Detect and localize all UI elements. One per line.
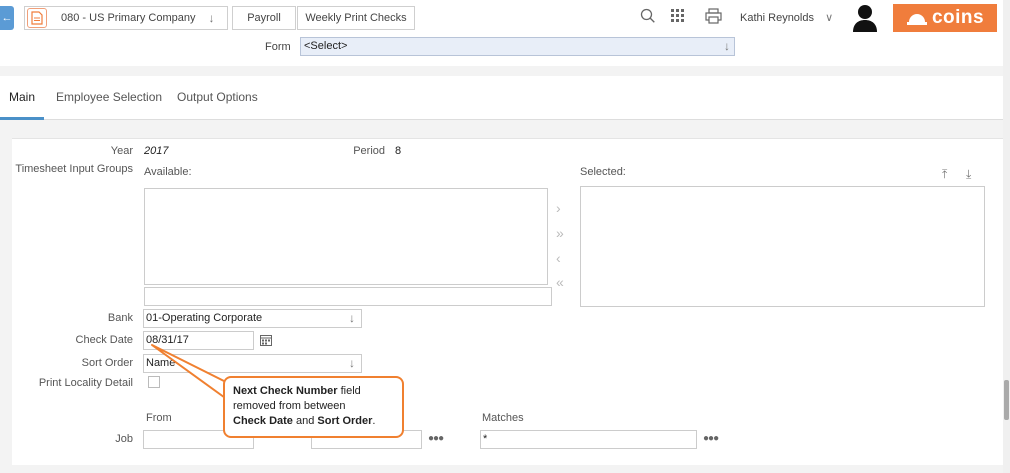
callout-bold-check-date: Check Date xyxy=(233,415,293,427)
callout-line-3: Check Date and Sort Order. xyxy=(233,414,394,429)
callout-field-word: field xyxy=(337,385,361,397)
callout-and: and xyxy=(292,415,318,427)
scrollbar-thumb[interactable] xyxy=(1004,380,1009,420)
callout-bold-sort-order: Sort Order xyxy=(317,415,373,427)
callout-bold-next-check: Next Check Number xyxy=(233,385,338,397)
callout-line-2: removed from between xyxy=(233,400,346,412)
callout-line-1: Next Check Number field xyxy=(233,384,394,399)
callout-period: . xyxy=(372,415,376,427)
callout-pointer xyxy=(151,344,229,401)
annotation-callout: Next Check Number field removed from bet… xyxy=(223,376,404,438)
